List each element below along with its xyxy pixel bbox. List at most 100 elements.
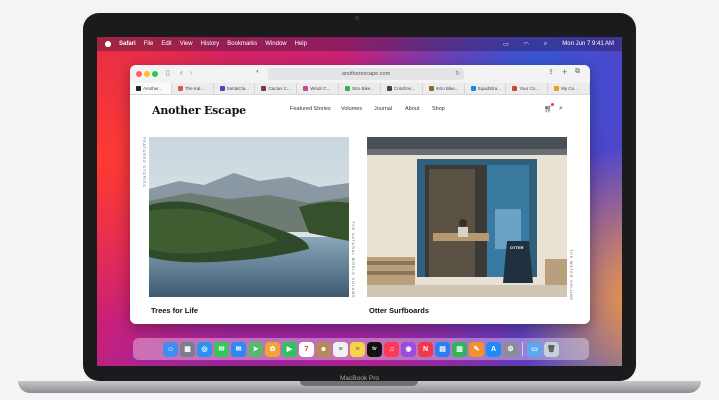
news-icon[interactable]: N — [418, 341, 433, 357]
apple-menu-icon[interactable] — [105, 41, 111, 47]
forward-icon[interactable]: › — [190, 68, 193, 77]
story-title-otter[interactable]: Otter Surfboards — [369, 306, 429, 315]
app-store-icon[interactable]: A — [486, 341, 501, 357]
cart-badge — [551, 103, 554, 106]
menu-clock[interactable]: Mon Jun 7 9:41 AM — [562, 41, 614, 47]
menu-file[interactable]: File — [144, 41, 154, 47]
tab-label: Cotofron... — [393, 86, 415, 91]
tab-favicon-icon — [428, 86, 434, 91]
keynote-icon[interactable]: ▤ — [435, 341, 450, 357]
story-image-otter[interactable]: OTTER — [367, 137, 567, 297]
menu-edit[interactable]: Edit — [161, 41, 171, 47]
browser-tab[interactable]: Cotofron... — [381, 83, 423, 94]
back-icon[interactable]: ‹ — [180, 68, 183, 77]
browser-tab[interactable]: SquidStra... — [465, 83, 507, 94]
minimize-button[interactable] — [144, 71, 150, 77]
tab-favicon-icon — [261, 86, 267, 91]
tab-favicon-icon — [470, 86, 476, 91]
side-label-water: THE WATER VOLUME — [569, 249, 573, 301]
tab-favicon-icon — [177, 86, 183, 91]
browser-tab[interactable]: Intro Bike... — [423, 83, 465, 94]
tab-overview-icon[interactable]: ⧉ — [575, 68, 580, 76]
browser-tab[interactable]: Cactus C... — [255, 83, 298, 94]
photos-icon[interactable]: ✿ — [265, 341, 280, 357]
menu-view[interactable]: View — [180, 41, 193, 47]
maps-icon[interactable]: ➤ — [248, 341, 263, 357]
share-icon[interactable]: ⇪ — [548, 68, 554, 76]
mail-icon[interactable]: ✉ — [231, 341, 246, 357]
control-center-icon[interactable]: ▭ — [503, 41, 509, 48]
tab-favicon-icon — [554, 86, 560, 91]
nav-about[interactable]: About — [405, 106, 419, 112]
menu-help[interactable]: Help — [295, 41, 307, 47]
podcasts-icon[interactable]: ◉ — [401, 341, 416, 357]
tab-label: SquidStra... — [477, 86, 502, 91]
laptop-model-label: MacBook Pro — [339, 375, 380, 382]
zoom-button[interactable] — [152, 71, 158, 77]
menu-bookmarks[interactable]: Bookmarks — [227, 41, 257, 47]
site-logo[interactable]: Another Escape — [152, 104, 246, 117]
side-label-featured: FEATURED STORIES — [142, 137, 146, 188]
safari-icon[interactable]: ◎ — [197, 341, 212, 357]
site-search-icon[interactable]: ⌕ — [559, 105, 563, 113]
browser-tab[interactable]: Your Co... — [506, 83, 549, 94]
camera-icon — [355, 16, 359, 20]
system-preferences-icon[interactable]: ⚙ — [503, 341, 518, 357]
tab-label: Stro Bike... — [352, 86, 375, 91]
side-label-natural-world: THE NATURAL WORLD VOLUME — [351, 221, 355, 299]
menu-safari[interactable]: Safari — [119, 41, 136, 47]
nav-shop[interactable]: Shop — [432, 106, 445, 112]
browser-tab[interactable]: The Kal... — [172, 83, 214, 94]
otter-sign-text: OTTER — [510, 245, 524, 250]
close-button[interactable] — [136, 71, 142, 77]
tv-icon[interactable]: tv — [367, 341, 382, 357]
tab-bar: Another... The Kal... SantaCla... Cactus C.… — [130, 83, 590, 95]
tab-label: Cactus C... — [268, 86, 291, 91]
address-bar[interactable]: anotherescape.com ↻ — [268, 68, 464, 80]
new-tab-icon[interactable]: + — [562, 67, 567, 77]
facetime-icon[interactable]: ▶ — [282, 341, 297, 357]
story-title-trees[interactable]: Trees for Life — [151, 306, 198, 315]
finder-icon[interactable]: ☺ — [163, 341, 178, 357]
dock-separator — [522, 342, 523, 356]
url-text: anotherescape.com — [341, 71, 391, 77]
menu-history[interactable]: History — [201, 41, 220, 47]
tab-label: Windr C... — [310, 86, 331, 91]
browser-tab[interactable]: Stro Bike... — [339, 83, 381, 94]
desktop-screen: Safari File Edit View History Bookmarks … — [97, 37, 622, 366]
tab-favicon-icon — [136, 86, 141, 91]
nav-volumes[interactable]: Volumes — [341, 106, 362, 112]
messages-icon[interactable]: ✉ — [214, 341, 229, 357]
tab-favicon-icon — [386, 86, 392, 91]
trash-icon[interactable]: 🗑 — [544, 341, 559, 357]
menu-window[interactable]: Window — [265, 41, 286, 47]
cart-icon[interactable]: 🛒︎ — [544, 105, 553, 113]
pages-icon[interactable]: ✎ — [469, 341, 484, 357]
downloads-folder-icon[interactable]: ▭ — [527, 341, 542, 357]
browser-tab[interactable]: My Co... — [548, 83, 590, 94]
tab-label: My Co... — [561, 86, 578, 91]
story-image-trees[interactable] — [149, 137, 349, 297]
tab-label: SantaCla... — [226, 86, 249, 91]
reload-icon[interactable]: ↻ — [455, 70, 460, 77]
numbers-icon[interactable]: ▥ — [452, 341, 467, 357]
browser-tab[interactable]: Another... — [130, 83, 172, 94]
tab-favicon-icon — [219, 86, 225, 91]
tab-label: Intro Bike... — [435, 86, 459, 91]
notes-icon[interactable]: ≡ — [350, 341, 365, 357]
launchpad-icon[interactable]: ▦ — [180, 341, 195, 357]
nav-featured-stories[interactable]: Featured Stories — [290, 106, 331, 112]
sidebar-toggle-icon[interactable]: ▯ — [166, 69, 170, 77]
wifi-icon[interactable]: ◠ — [524, 41, 529, 48]
music-icon[interactable]: ♫ — [384, 341, 399, 357]
contacts-icon[interactable]: ☻ — [316, 341, 331, 357]
reminders-icon[interactable]: ≡ — [333, 341, 348, 357]
nav-journal[interactable]: Journal — [374, 106, 392, 112]
calendar-icon[interactable]: 7 — [299, 341, 314, 357]
search-icon[interactable]: ⌕ — [544, 41, 547, 48]
privacy-shield-icon[interactable]: ◐ — [256, 69, 260, 75]
browser-tab[interactable]: Windr C... — [297, 83, 340, 94]
laptop-lid: Safari File Edit View History Bookmarks … — [83, 13, 636, 381]
browser-tab[interactable]: SantaCla... — [214, 83, 256, 94]
tab-favicon-icon — [345, 86, 351, 91]
